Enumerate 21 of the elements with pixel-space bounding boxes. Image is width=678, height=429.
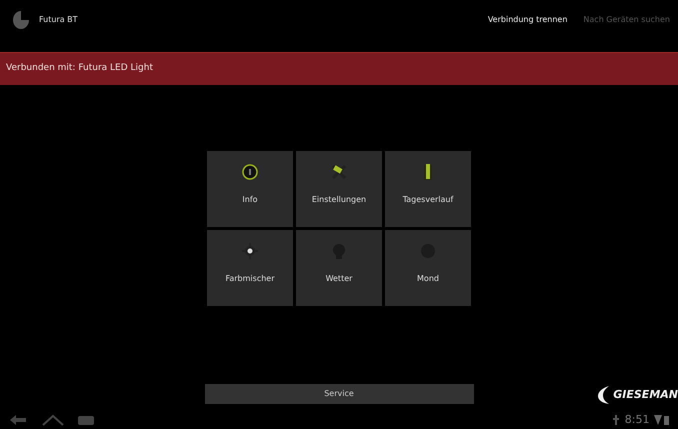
menu-tile[interactable]: Info xyxy=(207,151,293,227)
action-button[interactable]: Verbindung trennen xyxy=(480,14,576,26)
menu-tile[interactable]: Einstellungen xyxy=(296,151,382,227)
app-title: Futura BT xyxy=(39,14,78,26)
tools-icon xyxy=(330,163,348,181)
brand-logo: GIESEMAN xyxy=(613,386,678,403)
service-button[interactable]: Service xyxy=(204,384,474,404)
menu-tile[interactable]: Tagesverlauf xyxy=(385,151,471,227)
sun-icon xyxy=(241,242,259,260)
recent-apps-icon[interactable] xyxy=(77,414,95,426)
menu-tile[interactable]: Mond xyxy=(385,230,471,306)
menu-tile[interactable]: Farbmischer xyxy=(207,230,293,306)
info-icon xyxy=(241,163,259,181)
connection-status: Verbunden mit: Futura LED Light xyxy=(6,62,153,76)
back-icon[interactable] xyxy=(8,414,28,426)
app-icon xyxy=(12,10,30,30)
signal-icon xyxy=(654,415,670,425)
home-icon[interactable] xyxy=(42,414,64,426)
menu-tile[interactable]: Wetter xyxy=(296,230,382,306)
clock: 8:51 xyxy=(624,412,650,428)
logo-icon xyxy=(597,385,611,405)
